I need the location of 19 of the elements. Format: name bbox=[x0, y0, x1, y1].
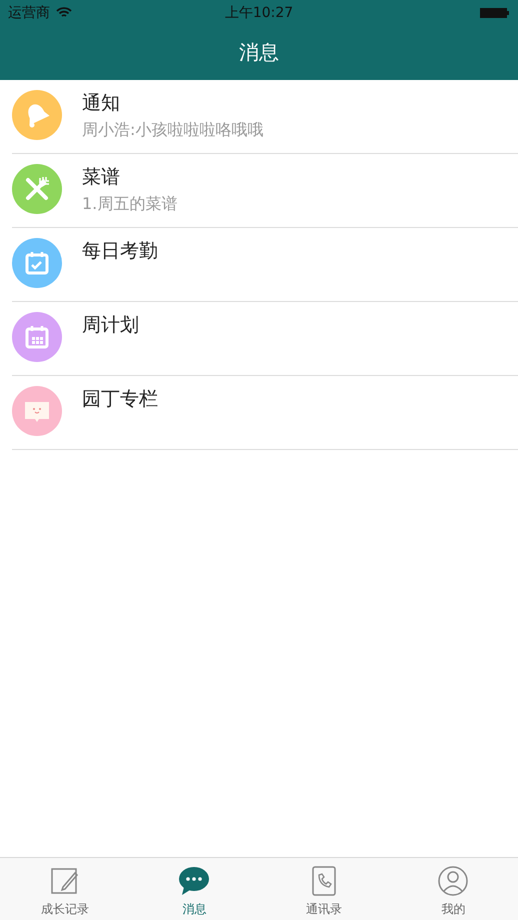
message-title: 园丁专栏 bbox=[82, 387, 158, 412]
message-row[interactable]: 每日考勤 bbox=[12, 228, 518, 302]
tab-bar-item[interactable]: 通讯录 bbox=[259, 858, 388, 920]
message-row[interactable]: 周计划 bbox=[12, 302, 518, 376]
message-title: 周计划 bbox=[82, 313, 139, 338]
message-title: 菜谱 bbox=[82, 165, 121, 190]
message-preview: 周小浩:小孩啦啦啦咯哦哦 bbox=[82, 120, 264, 141]
message-row[interactable]: 菜谱 1.周五的菜谱 bbox=[12, 154, 518, 228]
tab-bar-item[interactable]: 我的 bbox=[388, 858, 518, 920]
tab-bar-item[interactable]: 成长记录 bbox=[0, 858, 130, 920]
message-row[interactable]: 通知 周小浩:小孩啦啦啦咯哦哦 bbox=[12, 80, 518, 154]
message-title: 每日考勤 bbox=[82, 239, 158, 264]
status-time: 上午10:27 bbox=[224, 4, 294, 22]
carrier-name: 运营商 bbox=[8, 4, 50, 22]
tab-bar-item[interactable]: 消息 bbox=[130, 858, 259, 920]
message-row[interactable]: 园丁专栏 bbox=[12, 376, 518, 450]
message-preview: 1.周五的菜谱 bbox=[82, 194, 178, 215]
screen-title: 消息 bbox=[239, 39, 279, 66]
message-title: 通知 bbox=[82, 91, 121, 116]
